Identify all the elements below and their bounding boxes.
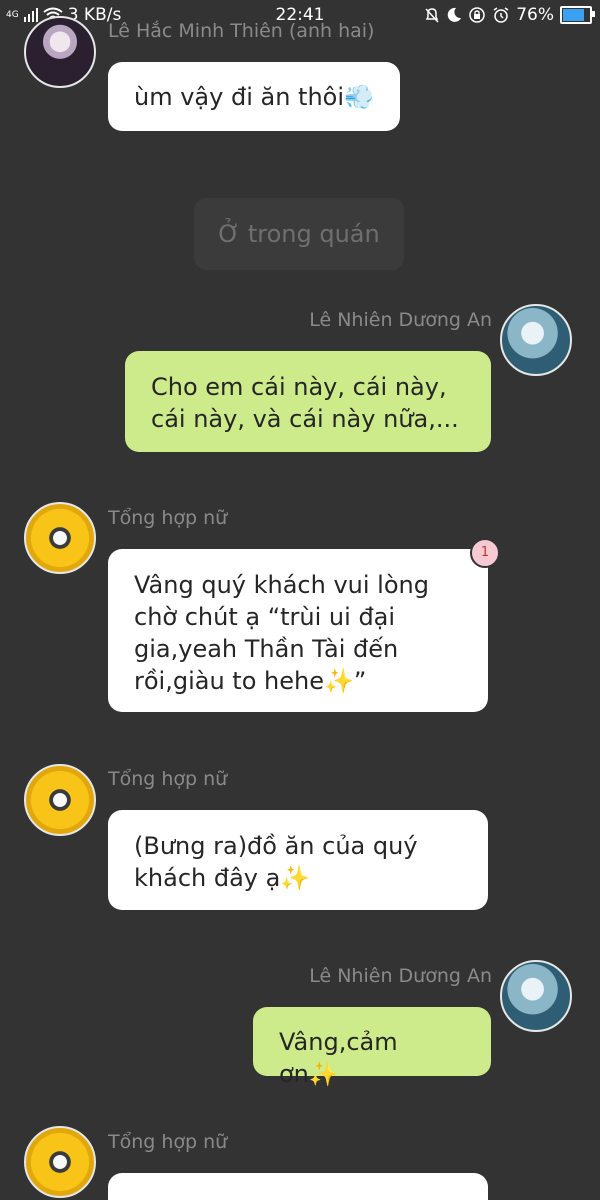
sender-name: Lê Nhiên Dương An — [309, 965, 492, 987]
status-right: 76% — [424, 5, 595, 25]
moon-icon — [447, 7, 462, 22]
message-bubble[interactable]: Vâng,cảm ơn✨ — [253, 1007, 491, 1088]
reaction-badge[interactable]: 1 — [470, 538, 500, 568]
avatar-sunflower-dog[interactable] — [24, 1126, 96, 1198]
sender-name: Tổng hợp nữ — [108, 507, 228, 529]
avatar-dark-haired-girl[interactable] — [24, 16, 96, 88]
avatar-sunflower-dog[interactable] — [24, 502, 96, 574]
alarm-icon — [493, 7, 509, 23]
avatar-sunflower-dog[interactable] — [24, 764, 96, 836]
message-bubble[interactable]: ùm vậy đi ăn thôi💨 — [108, 62, 400, 131]
sender-name: Lê Nhiên Dương An — [309, 309, 492, 331]
battery-fill — [563, 9, 585, 21]
avatar-blue-haired-boy[interactable] — [500, 304, 572, 376]
rotation-lock-icon — [469, 7, 485, 23]
system-message: Ở trong quán — [194, 198, 404, 270]
message-bubble[interactable]: (Bưng ra)đồ ăn của quý khách đây ạ✨ — [108, 810, 488, 910]
battery-icon — [560, 6, 595, 24]
sender-name: Lê Hắc Minh Thiên (anh hai) — [108, 20, 375, 42]
sender-name: Tổng hợp nữ — [108, 768, 228, 790]
message-bubble[interactable]: Vâng quý khách vui lòng chờ chút ạ “trùi… — [108, 549, 488, 712]
message-bubble[interactable]: Cho em cái này, cái này, cái này, và cái… — [125, 351, 491, 452]
mute-bell-icon — [425, 8, 439, 23]
battery-percent: 76% — [516, 5, 554, 25]
message-bubble[interactable] — [108, 1173, 488, 1200]
avatar-blue-haired-boy[interactable] — [500, 960, 572, 1032]
sender-name: Tổng hợp nữ — [108, 1131, 228, 1153]
